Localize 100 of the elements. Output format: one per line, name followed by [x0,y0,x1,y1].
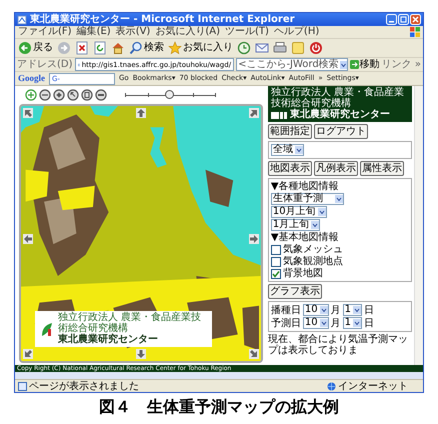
maximize-icon[interactable] [398,14,409,25]
toolbar-button[interactable] [111,41,125,55]
toolbar-button[interactable] [273,41,287,55]
menu-item[interactable]: 表示(V) [116,26,150,38]
envelope-icon [255,41,269,55]
unit-label: 月 [330,304,341,316]
toolbar-button[interactable] [75,41,89,55]
logo-mark-icon [270,112,287,118]
dropdown-arrow-icon [352,319,361,327]
toolbar-button[interactable]: 検索 [129,41,164,55]
arrow-down-right-icon[interactable] [248,349,259,359]
checkbox-label: 気象メッシュ [282,244,343,255]
section-heading: ▼各種地図情報 [270,181,340,192]
arrow-down-icon[interactable] [136,349,146,359]
toolbar-button[interactable] [93,41,107,55]
unit-label: 日 [364,318,374,328]
toolbar-button[interactable] [255,41,269,55]
arrow-down-left-icon[interactable] [23,349,33,359]
dropdown[interactable]: 10月上旬 [270,206,327,218]
organization-name: 独立行政法人 農業・食品産業技術総合研究機構 [58,312,202,334]
dropdown[interactable]: 1月上旬 [270,219,320,231]
unit-label: 日 [364,304,374,316]
arrow-up-right-icon[interactable] [248,108,259,118]
arrow-up-left-icon[interactable] [23,108,33,118]
dropdown[interactable]: 10 [302,317,329,329]
section-heading: ▼基本地図情報 [270,232,340,243]
note-icon [291,41,305,55]
menu-item[interactable]: お気に入り(A) [155,26,220,38]
dropdown[interactable]: 1 [342,317,362,329]
slider-thumb[interactable] [165,90,174,99]
unit-label: 月 [330,318,341,328]
toolbar-button[interactable] [237,41,251,55]
status-message: ページが表示されました [29,380,140,392]
minus-icon[interactable] [95,89,107,101]
windows-logo-icon [410,27,420,37]
toolbar-button[interactable]: 戻る [18,41,53,55]
search-field[interactable]: <ここから-JWord検索 [236,58,348,71]
star-icon [168,41,182,55]
arrow-up-icon[interactable] [136,108,146,118]
power-icon [309,41,323,55]
scrollbar[interactable] [414,86,423,365]
pointer-icon[interactable] [67,89,79,101]
minimize-icon[interactable] [386,14,397,25]
menu-item[interactable]: ヘルプ(H) [274,26,320,38]
zoom-in-icon[interactable] [25,89,37,101]
go-button[interactable]: 移動 [350,59,380,70]
button[interactable]: 範囲指定 [268,124,312,139]
dropdown[interactable]: 10 [302,304,329,316]
leaf-logo-icon [39,321,55,337]
scrollbar[interactable] [15,372,423,379]
dropdown-arrow-icon [334,195,343,203]
toolbar-button[interactable]: お気に入り [168,41,233,55]
button[interactable]: 凡例表示 [314,161,358,176]
notice-text: 現在、都合により気温予測マップは表示しておりま [268,334,409,356]
menu-item[interactable]: ファイル(F) [18,26,72,38]
checkbox[interactable] [270,256,281,266]
dropdown-arrow-icon [320,306,328,314]
move-icon[interactable] [53,89,65,101]
refresh-icon [93,41,107,55]
dropdown-arrow-icon [320,319,328,327]
toolbar-button[interactable] [309,41,323,55]
dropdown[interactable]: 全域 [270,144,304,156]
zone-label: インターネット [338,380,409,392]
google-logo: Google [18,73,45,84]
organization-name: 独立行政法人 農業・食品産業技術総合研究機構 [270,87,406,109]
printer-icon [273,41,287,55]
checkbox[interactable] [270,268,281,278]
dropdown-arrow-icon [294,146,303,154]
menu-item[interactable]: ツール(T) [225,26,269,38]
arrow-left-icon[interactable] [23,234,33,244]
dropdown-arrow-icon [340,60,347,68]
menu-item[interactable]: 編集(E) [76,26,111,38]
date-label: 播種日 [270,304,301,316]
checkbox-label: 気象観測地点 [282,256,343,267]
dropdown-arrow-icon [318,208,326,216]
links-button[interactable]: リンク » [382,59,421,70]
globe-icon [327,382,336,390]
figure-caption: 図４ 生体重予測マップの拡大例 [98,397,340,417]
zoom-out-icon[interactable] [39,89,51,101]
window-title: 東北農業研究センター - Microsoft Internet Explorer [30,14,296,26]
button[interactable]: 地図表示 [268,161,312,176]
button[interactable]: ログアウト [314,124,368,139]
date-label: 予測日 [270,318,301,328]
dropdown[interactable]: 生体重予測 [270,193,344,205]
address-label: アドレス(D) [17,58,73,70]
checkbox[interactable] [270,244,281,254]
dropdown[interactable]: 1 [342,304,362,316]
dropdown-arrow-icon [352,306,361,314]
close-icon[interactable] [410,14,421,25]
clock-icon [237,41,251,55]
button[interactable]: 属性表示 [360,161,404,176]
stop-icon [75,41,89,55]
button[interactable]: グラフ表示 [268,284,322,299]
checkbox-label: 背景地図 [282,268,323,279]
center-name: 東北農業研究センター [58,334,159,346]
home-icon [111,41,125,55]
go-arrow-icon [350,60,359,69]
search-icon [129,41,143,55]
center-name: 東北農業研究センター [290,109,390,121]
dropdown-arrow-icon [311,221,320,229]
